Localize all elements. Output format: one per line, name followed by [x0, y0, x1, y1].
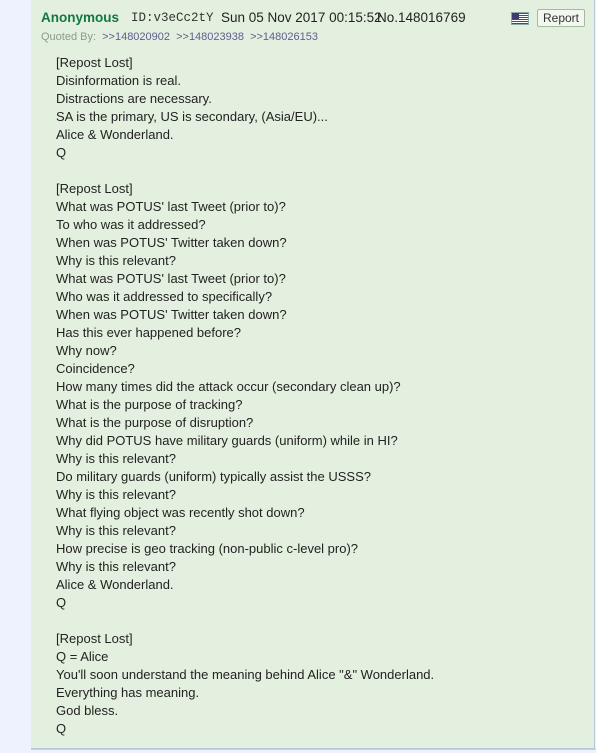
message-line: [Repost Lost]: [56, 55, 133, 70]
message-line: Why is this relevant?: [56, 253, 176, 268]
message-line: To who was it addressed?: [56, 217, 206, 232]
message-line: Do military guards (uniform) typically a…: [56, 469, 371, 484]
message-line: [Repost Lost]: [56, 181, 133, 196]
message-line: Q: [56, 145, 67, 160]
message-line: SA is the primary, US is secondary, (Asi…: [56, 109, 328, 124]
quoted-by-label: Quoted By:: [41, 31, 97, 43]
message-line: Q: [56, 595, 67, 610]
post-reply: Anonymous ID:v3eCc2tY Sun 05 Nov 2017 00…: [31, 0, 595, 749]
message-line: Why did POTUS have military guards (unif…: [56, 433, 398, 448]
message-line: Coincidence?: [56, 361, 135, 376]
post-message: [Repost Lost] Disinformation is real. Dist…: [56, 54, 586, 738]
message-line: Alice & Wonderland.: [56, 127, 174, 142]
message-line: What flying object was recently shot dow…: [56, 505, 305, 520]
message-line: What was POTUS' last Tweet (prior to)?: [56, 199, 286, 214]
message-line: God bless.: [56, 703, 119, 718]
message-line: When was POTUS' Twitter taken down?: [56, 307, 287, 322]
message-line: When was POTUS' Twitter taken down?: [56, 235, 287, 250]
message-line: Why is this relevant?: [56, 523, 176, 538]
left-margin: [0, 0, 31, 753]
message-line: Why is this relevant?: [56, 451, 176, 466]
message-line: [Repost Lost]: [56, 631, 133, 646]
message-line: Why is this relevant?: [56, 559, 176, 574]
quoted-by-bar: Quoted By: >>148020902 >>148023938 >>148…: [41, 31, 318, 43]
message-line: Distractions are necessary.: [56, 91, 212, 106]
post-number-link[interactable]: No.148016769: [377, 10, 466, 25]
message-line: How many times did the attack occur (sec…: [56, 379, 401, 394]
message-line: Why is this relevant?: [56, 487, 176, 502]
message-line: What was POTUS' last Tweet (prior to)?: [56, 271, 286, 286]
message-line: What is the purpose of tracking?: [56, 397, 243, 412]
us-flag-icon: [511, 12, 529, 25]
message-line: Q = Alice: [56, 649, 109, 664]
poster-name: Anonymous: [41, 10, 120, 25]
backlink[interactable]: >>148020902: [102, 31, 170, 43]
message-line: Everything has meaning.: [56, 685, 200, 700]
report-button[interactable]: Report: [537, 9, 585, 27]
post-datetime: Sun 05 Nov 2017 00:15:52: [221, 10, 382, 25]
poster-id[interactable]: ID:v3eCc2tY: [131, 11, 214, 25]
post-header: Anonymous ID:v3eCc2tY Sun 05 Nov 2017 00…: [41, 8, 588, 28]
backlink[interactable]: >>148026153: [250, 31, 318, 43]
divider: [31, 749, 596, 750]
backlink[interactable]: >>148023938: [176, 31, 244, 43]
message-line: Why now?: [56, 343, 117, 358]
message-line: [56, 612, 586, 630]
message-line: How precise is geo tracking (non-public …: [56, 541, 359, 556]
message-line: What is the purpose of disruption?: [56, 415, 254, 430]
message-line: Alice & Wonderland.: [56, 577, 174, 592]
message-line: Has this ever happened before?: [56, 325, 242, 340]
message-line: Disinformation is real.: [56, 73, 181, 88]
message-line: You'll soon understand the meaning behin…: [56, 667, 435, 682]
message-line: [56, 162, 586, 180]
message-line: Q: [56, 721, 67, 736]
message-line: Who was it addressed to specifically?: [56, 289, 273, 304]
